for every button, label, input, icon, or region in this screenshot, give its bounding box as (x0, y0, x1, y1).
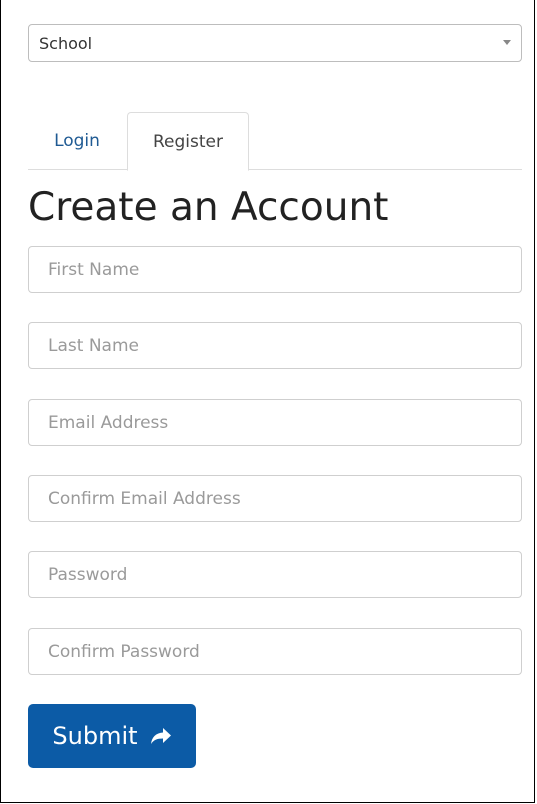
page-title: Create an Account (28, 185, 389, 230)
tab-login[interactable]: Login (28, 112, 126, 170)
auth-tabs: Login Register (28, 112, 522, 171)
tab-login-label: Login (54, 131, 100, 151)
school-select-value: School (39, 33, 93, 53)
submit-button[interactable]: Submit (28, 704, 196, 768)
first-name-field[interactable] (28, 246, 522, 293)
password-field[interactable] (28, 551, 522, 598)
last-name-field[interactable] (28, 322, 522, 369)
share-arrow-icon (150, 728, 171, 744)
submit-button-label: Submit (52, 722, 138, 750)
tab-register[interactable]: Register (127, 112, 249, 171)
chevron-down-icon (503, 40, 511, 45)
confirm-password-field[interactable] (28, 628, 522, 675)
confirm-email-field[interactable] (28, 475, 522, 522)
tab-register-label: Register (153, 131, 223, 152)
email-field[interactable] (28, 399, 522, 446)
school-select[interactable]: School (28, 24, 522, 62)
